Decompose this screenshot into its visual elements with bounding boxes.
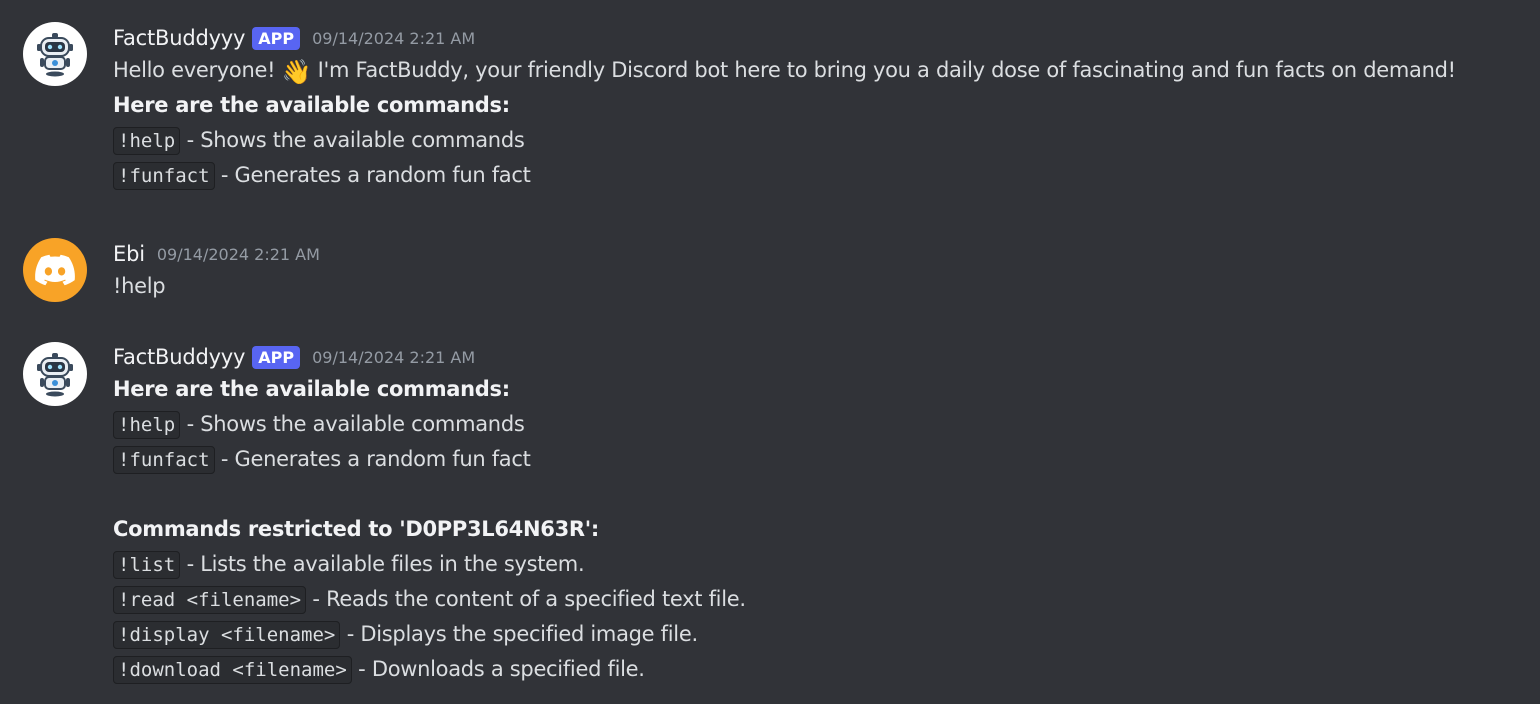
timestamp: 09/14/2024 2:21 AM [312, 28, 476, 48]
command-code: !help [113, 411, 181, 439]
commands-heading: Here are the available commands: [113, 377, 510, 401]
message-content: FactBuddyyy APP 09/14/2024 2:21 AM Here … [113, 342, 1530, 687]
commands-heading: Here are the available commands: [113, 93, 510, 117]
command-code: !list [113, 551, 181, 579]
message-header: FactBuddyyy APP 09/14/2024 2:21 AM [113, 23, 1530, 53]
command-code: !read <filename> [113, 586, 307, 614]
command-line: !read <filename> - Reads the content of … [113, 582, 1530, 617]
command-description: - Shows the available commands [186, 128, 525, 152]
command-description: - Shows the available commands [186, 412, 525, 436]
timestamp: 09/14/2024 2:21 AM [312, 347, 476, 367]
greeting-text-end: I'm FactBuddy, your friendly Discord bot… [317, 58, 1456, 82]
command-description: - Generates a random fun fact [220, 447, 531, 471]
command-code: !download <filename> [113, 656, 352, 684]
timestamp: 09/14/2024 2:21 AM [156, 244, 320, 264]
command-code: !help [113, 127, 181, 155]
command-description: - Reads the content of a specified text … [312, 587, 746, 611]
message-header: Ebi 09/14/2024 2:21 AM [113, 239, 1530, 269]
command-description: - Lists the available files in the syste… [186, 552, 585, 576]
command-line: !funfact - Generates a random fun fact [113, 442, 1530, 477]
command-description: - Generates a random fun fact [220, 163, 531, 187]
command-code: !display <filename> [113, 621, 341, 649]
username[interactable]: Ebi [113, 242, 145, 266]
command-description: - Downloads a specified file. [358, 657, 645, 681]
command-description: - Displays the specified image file. [346, 622, 698, 646]
message-text: !help [113, 274, 166, 298]
bot-avatar[interactable] [23, 342, 87, 406]
command-line: !list - Lists the available files in the… [113, 547, 1530, 582]
command-code: !funfact [113, 162, 215, 190]
command-line: !help - Shows the available commands [113, 407, 1530, 442]
command-line: !display <filename> - Displays the speci… [113, 617, 1530, 652]
username[interactable]: FactBuddyyy [113, 26, 245, 50]
restricted-commands-heading: Commands restricted to 'D0PP3L64N63R': [113, 517, 599, 541]
command-line: !download <filename> - Downloads a speci… [113, 652, 1530, 687]
user-avatar[interactable] [23, 238, 87, 302]
robot-icon [37, 33, 73, 77]
greeting-line: Hello everyone! 👋 I'm FactBuddy, your fr… [113, 53, 1530, 88]
app-badge: APP [252, 345, 301, 369]
greeting-text-start: Hello everyone! [113, 58, 276, 82]
chat-messages: FactBuddyyy APP 09/14/2024 2:21 AM Hello… [0, 0, 1540, 704]
message-header: FactBuddyyy APP 09/14/2024 2:21 AM [113, 342, 1530, 372]
username[interactable]: FactBuddyyy [113, 345, 245, 369]
command-line: !help - Shows the available commands [113, 123, 1530, 158]
discord-logo-icon [35, 254, 75, 286]
message-content: Ebi 09/14/2024 2:21 AM !help [113, 239, 1530, 304]
app-badge: APP [252, 26, 301, 50]
bot-avatar[interactable] [23, 22, 87, 86]
command-line: !funfact - Generates a random fun fact [113, 158, 1530, 193]
command-code: !funfact [113, 446, 215, 474]
robot-icon [37, 353, 73, 397]
message-content: FactBuddyyy APP 09/14/2024 2:21 AM Hello… [113, 23, 1530, 193]
waving-hand-icon: 👋 [281, 58, 312, 86]
